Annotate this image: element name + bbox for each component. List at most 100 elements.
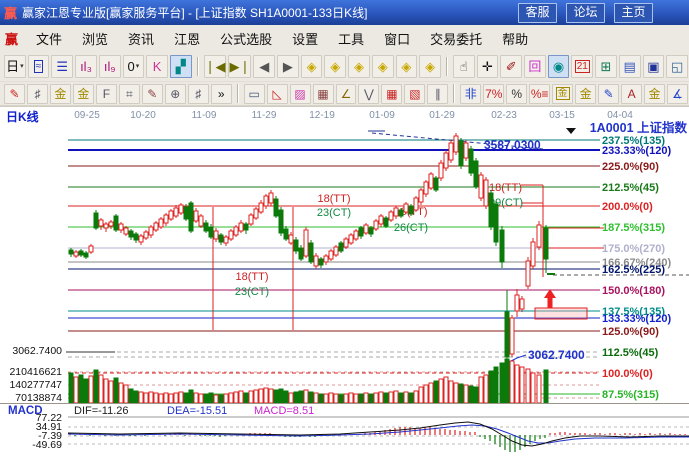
gold-grid-a-button[interactable]: 金 [50,84,71,104]
crosshair-tool-icon: ✛ [482,60,493,73]
bar-style-button[interactable]: 0▾ [123,55,145,78]
pct-button[interactable]: % [506,84,527,104]
menu-items: 文件浏览资讯江恩公式选股设置工具窗口交易委托帮助 [26,29,538,48]
angle-line-button[interactable]: ∠ [336,84,357,104]
chart-pen-icon: ✎ [604,88,614,100]
diamond-expand-button[interactable]: ◈ [348,55,370,78]
kline-style-button[interactable]: K [146,55,168,78]
gold-grid-a-icon: 金 [54,88,66,100]
diamond-all-button[interactable]: ◈ [419,55,441,78]
first-page-button[interactable]: ❘◀ [204,55,227,78]
calendar-icon: 21 [575,60,590,73]
red-grid-arrow-button[interactable]: ▧ [404,84,425,104]
zigzag-icon: ⋁ [364,88,374,100]
save-button[interactable]: ▣ [643,55,665,78]
more-tools-icon: » [218,88,225,100]
prev-page-button[interactable]: ◀ [253,55,275,78]
fan-lines-icon: ◺ [272,88,281,100]
hand-tool-button[interactable]: ☝ [453,55,475,78]
diamond-fit-button[interactable]: ◈ [396,55,418,78]
gold-line-button[interactable]: 金 [575,84,596,104]
pen-grid-button[interactable]: ✎ [142,84,163,104]
gold-grid-b-button[interactable]: 金 [73,84,94,104]
menu-item-浏览[interactable]: 浏览 [72,29,118,48]
smart-analysis-button[interactable]: ◉ [548,55,570,78]
last-page-icon: ▶❘ [229,60,250,73]
gold-circle-button[interactable]: 金 [552,84,573,104]
chart-canvas[interactable] [66,124,606,404]
min9-chart-button[interactable]: ıl₉ [99,55,121,78]
pattern-tool-button[interactable]: 回 [524,55,546,78]
menu-item-窗口[interactable]: 窗口 [374,29,420,48]
volume-scale-2: 140277747 [0,379,62,391]
dropdown-arrow-icon: ▾ [20,63,24,70]
menu-item-工具[interactable]: 工具 [328,29,374,48]
diamond-right-button[interactable]: ◈ [324,55,346,78]
menu-item-资讯[interactable]: 资讯 [118,29,164,48]
menu-logo-icon: 赢 [5,29,18,48]
zigzag-button[interactable]: ⋁ [358,84,379,104]
titlebar-button-kefu[interactable]: 客服 [518,3,557,23]
next-page-icon: ▶ [283,60,293,73]
five-grid-button[interactable]: ⌗ [119,84,140,104]
color-chart-icon: ▞ [176,60,186,73]
date-tick: 11-09 [192,110,217,121]
calendar-button[interactable]: 21 [571,55,593,78]
diamond-right-icon: ◈ [330,60,340,73]
gold-icon: 金 [649,88,661,100]
gann-grid-button[interactable]: ♯ [27,84,48,104]
select-tool-button[interactable]: ✐ [500,55,522,78]
color-chart-button[interactable]: ▞ [170,55,192,78]
crosshair-tool-button[interactable]: ✛ [477,55,499,78]
hash-grid-button[interactable]: ♯ [188,84,209,104]
toolbar-separator [453,84,455,103]
last-page-button[interactable]: ▶❘ [228,55,251,78]
calculator-button[interactable]: ⊞ [595,55,617,78]
pct-icon: % [511,88,522,100]
draw-pen-button[interactable]: ✎ [4,84,25,104]
info-list-button[interactable]: ☰ [51,55,73,78]
f-grid-button[interactable]: F [96,84,117,104]
pct7-button[interactable]: 7% [483,84,504,104]
gold-button[interactable]: 金 [644,84,665,104]
export-icon: ◱ [671,60,683,73]
menu-item-文件[interactable]: 文件 [26,29,72,48]
menu-item-帮助[interactable]: 帮助 [492,29,538,48]
notepad-button[interactable]: ▤ [619,55,641,78]
menu-item-交易委托[interactable]: 交易委托 [420,29,492,48]
timeshare-chart-button[interactable]: ≈ [28,55,50,78]
parallel-lines-button[interactable]: ∥ [427,84,448,104]
gold-circle-icon: 金 [556,87,570,100]
toolbar-main: 日▾≈☰ıl₃ıl₉0▾K▞❘◀▶❘◀▶◈◈◈◈◈◈☝✛✐回◉21⊞▤▣◱ [0,52,689,82]
min3-chart-button[interactable]: ıl₃ [75,55,97,78]
angle-j-button[interactable]: ∡ [667,84,688,104]
hash-grid-icon: ♯ [195,88,201,100]
blue-hash-button[interactable]: 非 [460,84,481,104]
kline-period-button[interactable]: 日▾ [4,55,26,78]
titlebar-button-luntan[interactable]: 论坛 [566,3,605,23]
menu-item-公式选股[interactable]: 公式选股 [210,29,282,48]
date-tick: 01-09 [369,110,395,121]
menubar: 赢 文件浏览资讯江恩公式选股设置工具窗口交易委托帮助 [0,25,689,53]
box-tool-button[interactable]: ▭ [244,84,265,104]
chart-pen-button[interactable]: ✎ [598,84,619,104]
red-grid-button[interactable]: ▦ [381,84,402,104]
menu-item-设置[interactable]: 设置 [282,29,328,48]
diamond-left-button[interactable]: ◈ [301,55,323,78]
more-tools-button[interactable]: » [211,84,232,104]
wave-button[interactable]: A [621,84,642,104]
diamond-compress-button[interactable]: ◈ [372,55,394,78]
titlebar-button-zhuye[interactable]: 主页 [614,3,653,23]
export-button[interactable]: ◱ [666,55,688,78]
circle-grid-button[interactable]: ⊕ [165,84,186,104]
grid-box-button[interactable]: ▦ [313,84,334,104]
price-scale-label: 3062.7400 [0,345,62,357]
pct3-button[interactable]: %≡ [529,84,550,104]
date-tick: 01-29 [429,110,455,121]
draw-pen-icon: ✎ [9,88,19,100]
titlebar: 赢 赢家江恩专业版[赢家服务平台] - [上证指数 SH1A0001-133日K… [0,0,689,25]
fan-lines-button[interactable]: ◺ [267,84,288,104]
menu-item-江恩[interactable]: 江恩 [164,29,210,48]
fan-box-button[interactable]: ▨ [290,84,311,104]
next-page-button[interactable]: ▶ [277,55,299,78]
